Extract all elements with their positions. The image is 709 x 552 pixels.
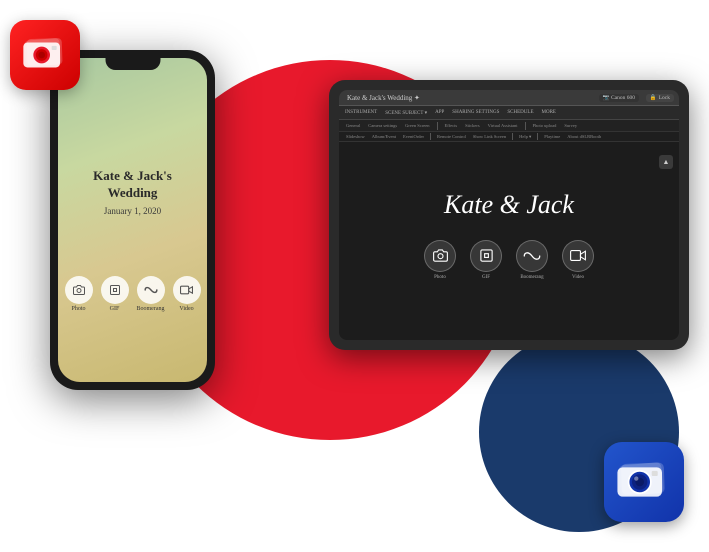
- tablet-btn-boomerang-group: Boomerang: [516, 240, 548, 280]
- subnav-camera[interactable]: Camera settings: [367, 123, 398, 128]
- subnav-playtime[interactable]: Playtime: [543, 134, 561, 139]
- tablet-btn-photo[interactable]: [424, 240, 456, 272]
- tablet-nav-instrument[interactable]: INSTRUMENT: [345, 110, 377, 115]
- tablet-subnav2: Slideshow Album/Event EventOrder Remote …: [339, 132, 679, 142]
- phone-btn-video[interactable]: [173, 276, 201, 304]
- tablet-label-boomerang: Boomerang: [520, 275, 543, 280]
- phone-label-photo: Photo: [71, 306, 85, 312]
- tablet-nav-scene[interactable]: SCENE SUBJECT ▾: [385, 110, 427, 116]
- phone-title: Kate & Jack's Wedding: [68, 168, 197, 202]
- phone-btn-gif[interactable]: [101, 276, 129, 304]
- tablet-camera-badge: 📷 Canon 600: [599, 94, 639, 102]
- tablet-nav-more[interactable]: MORE: [542, 110, 556, 115]
- tablet-label-photo: Photo: [434, 275, 446, 280]
- tablet-screen: Kate & Jack's Wedding ✦ 📷 Canon 600 🔒 Lo…: [339, 90, 679, 340]
- phone-content: Kate & Jack's Wedding January 1, 2020 Ph…: [58, 58, 207, 382]
- tablet-btn-video-group: Video: [562, 240, 594, 280]
- tablet-btn-photo-group: Photo: [424, 240, 456, 280]
- tablet-title-bar: Kate & Jack's Wedding ✦ 📷 Canon 600 🔒 Lo…: [339, 90, 679, 106]
- tablet-lock-badge: 🔒 Lock: [646, 94, 674, 102]
- subnav-survey[interactable]: Survey: [563, 123, 578, 128]
- tablet-label-gif: GIF: [482, 275, 490, 280]
- subnav-slideshow[interactable]: Slideshow: [345, 134, 366, 139]
- phone-label-video: Video: [179, 306, 193, 312]
- subnav-stickers[interactable]: Stickers: [464, 123, 481, 128]
- tablet-subnav: General Camera settings Green Screen Eff…: [339, 120, 679, 132]
- subnav-effects[interactable]: Effects: [444, 123, 459, 128]
- tablet-nav-schedule[interactable]: SCHEDULE: [507, 110, 533, 115]
- tablet-btn-boomerang[interactable]: [516, 240, 548, 272]
- phone-label-gif: GIF: [110, 306, 120, 312]
- tablet-main-content: Kate & Jack Photo: [339, 142, 679, 327]
- phone-screen: Kate & Jack's Wedding January 1, 2020 Ph…: [58, 58, 207, 382]
- subnav-photo-upload[interactable]: Photo upload: [532, 123, 558, 128]
- tablet-label-video: Video: [572, 275, 584, 280]
- phone-btn-gif-group: GIF: [101, 276, 129, 312]
- tablet-collapse-btn[interactable]: ▲: [659, 155, 673, 169]
- subnav-album[interactable]: Album/Event: [371, 134, 397, 139]
- phone-label-boomerang: Boomerang: [137, 306, 165, 312]
- phone-subtitle: January 1, 2020: [104, 206, 161, 216]
- subnav-about[interactable]: About dSLRBooth: [566, 134, 602, 139]
- tablet-nav: INSTRUMENT SCENE SUBJECT ▾ APP SHARING S…: [339, 106, 679, 120]
- tablet-action-buttons: Photo GIF: [424, 240, 594, 280]
- tablet-btn-video[interactable]: [562, 240, 594, 272]
- subnav-remote[interactable]: Remote Control: [436, 134, 467, 139]
- subnav-green[interactable]: Green Screen: [404, 123, 430, 128]
- subnav-showlink[interactable]: Show Link Screen: [472, 134, 507, 139]
- phone-btn-photo[interactable]: [65, 276, 93, 304]
- phone-btn-video-group: Video: [173, 276, 201, 312]
- app-icon-red[interactable]: [10, 20, 80, 90]
- tablet-wedding-title: Kate & Jack: [444, 190, 574, 220]
- tablet-nav-app[interactable]: APP: [435, 110, 444, 115]
- phone-buttons: Photo GIF: [65, 276, 201, 312]
- subnav-help[interactable]: Help ▾: [518, 134, 532, 140]
- tablet-nav-sharing[interactable]: SHARING SETTINGS: [452, 110, 499, 115]
- scene: Kate & Jack's Wedding January 1, 2020 Ph…: [0, 0, 709, 552]
- subnav-general[interactable]: General: [345, 123, 361, 128]
- phone-btn-photo-group: Photo: [65, 276, 93, 312]
- phone-notch: [105, 58, 160, 70]
- subnav-assistant[interactable]: Virtual Assistant: [487, 123, 519, 128]
- tablet-device: Kate & Jack's Wedding ✦ 📷 Canon 600 🔒 Lo…: [329, 80, 689, 350]
- phone-btn-boomerang[interactable]: [137, 276, 165, 304]
- subnav-eventorder[interactable]: EventOrder: [402, 134, 425, 139]
- phone-device: Kate & Jack's Wedding January 1, 2020 Ph…: [50, 50, 215, 390]
- tablet-btn-gif-group: GIF: [470, 240, 502, 280]
- app-icon-blue[interactable]: [604, 442, 684, 522]
- tablet-btn-gif[interactable]: [470, 240, 502, 272]
- phone-btn-boomerang-group: Boomerang: [137, 276, 165, 312]
